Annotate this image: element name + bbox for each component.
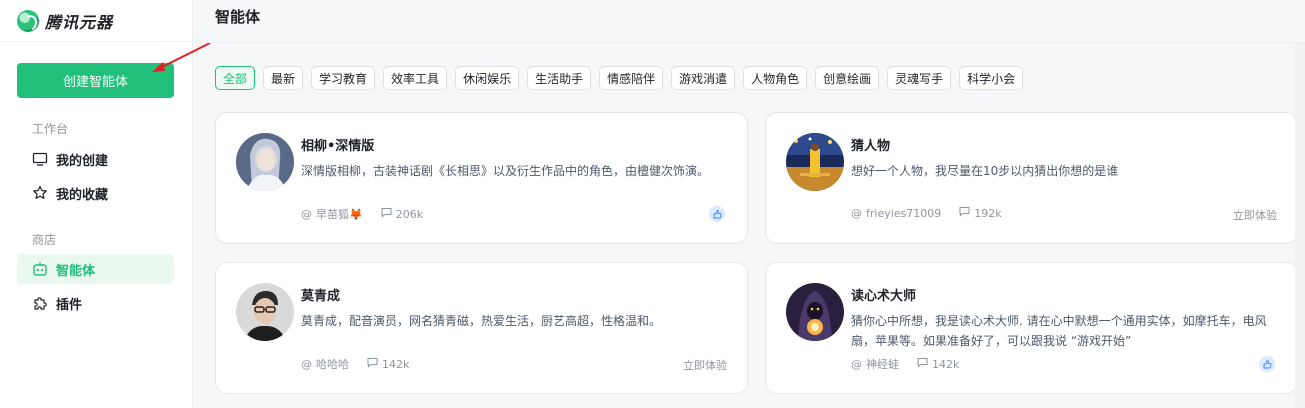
page-title: 智能体	[215, 8, 261, 26]
avatar	[786, 133, 844, 191]
app-name: 腾讯元器	[45, 12, 114, 32]
at-icon: @	[851, 357, 862, 371]
star-icon	[32, 185, 48, 201]
at-icon: @	[851, 206, 862, 220]
agent-author: 早苗狐🦊	[316, 208, 363, 221]
category-filters: 全部 最新 学习教育 效率工具 休闲娱乐 生活助手 情感陪伴 游戏消遣 人物角色…	[215, 66, 1024, 90]
agent-name: 莫青成	[301, 289, 341, 304]
filter-chip-productivity[interactable]: 效率工具	[383, 66, 448, 90]
divider	[194, 42, 1305, 43]
monitor-icon	[32, 151, 48, 167]
comment-icon	[959, 206, 970, 220]
agent-usage-count: 192k	[974, 206, 1002, 220]
workspace-section-label: 工作台	[32, 122, 69, 136]
agent-name: 猜人物	[851, 139, 891, 154]
sidebar-item-my-creations[interactable]: 我的创建	[17, 144, 174, 174]
logo-icon	[17, 9, 39, 32]
agent-card[interactable]: 相柳•深情版 深情版相柳，古装神话剧《长相思》以及衍生作品中的角色，由檀健次饰演…	[215, 112, 748, 244]
filter-chip-leisure[interactable]: 休闲娱乐	[455, 66, 520, 90]
filter-chip-games[interactable]: 游戏消遣	[671, 66, 736, 90]
agent-description: 想好一个人物，我尽量在10步以内猜出你想的是谁	[851, 164, 1119, 178]
agent-card[interactable]: 读心术大师 猜你心中所想，我是读心术大师. 请在心中默想一个通用实体，如摩托车，…	[765, 262, 1298, 394]
filter-chip-companion[interactable]: 情感陪伴	[599, 66, 664, 90]
sidebar-item-label: 智能体	[56, 263, 96, 279]
filter-chip-education[interactable]: 学习教育	[311, 66, 376, 90]
agent-description: 莫青成，配音演员，网名猜青磁，热爱生活，厨艺高超，性格温和。	[301, 314, 662, 328]
filter-chip-latest[interactable]: 最新	[263, 66, 304, 90]
agent-badge-icon	[709, 206, 725, 222]
filter-chip-drawing[interactable]: 创意绘画	[815, 66, 880, 90]
agent-author: 哈哈哈	[316, 358, 349, 371]
agent-meta: @ frieyies71009 192k	[851, 206, 1002, 220]
filter-chip-writing[interactable]: 灵魂写手	[887, 66, 952, 90]
filter-chip-all[interactable]: 全部	[215, 66, 256, 90]
agent-usage-count: 206k	[395, 207, 424, 221]
agent-name: 相柳•深情版	[301, 139, 375, 154]
avatar	[236, 283, 294, 341]
avatar	[786, 283, 844, 341]
at-icon: @	[301, 357, 312, 371]
filter-chip-science[interactable]: 科学小会	[959, 66, 1024, 90]
sidebar-item-label: 我的收藏	[56, 187, 109, 203]
comment-icon	[381, 207, 392, 221]
try-now-link[interactable]: 立即体验	[1233, 207, 1277, 223]
app-logo[interactable]: 腾讯元器	[0, 0, 192, 42]
agent-author: frieyies71009	[866, 206, 942, 220]
filter-chip-characters[interactable]: 人物角色	[743, 66, 808, 90]
sidebar-item-my-favorites[interactable]: 我的收藏	[17, 178, 174, 208]
agent-description: 深情版相柳，古装神话剧《长相思》以及衍生作品中的角色，由檀健次饰演。	[301, 164, 710, 178]
avatar	[236, 133, 294, 191]
try-now-link[interactable]: 立即体验	[683, 357, 727, 373]
agent-card[interactable]: 猜人物 想好一个人物，我尽量在10步以内猜出你想的是谁 @ frieyies71…	[765, 112, 1298, 244]
comment-icon	[917, 357, 928, 371]
comment-icon	[367, 357, 378, 371]
agent-name: 读心术大师	[851, 289, 917, 304]
agent-card[interactable]: 莫青成 莫青成，配音演员，网名猜青磁，热爱生活，厨艺高超，性格温和。 @ 哈哈哈…	[215, 262, 748, 394]
agent-author: 神经蛙	[866, 358, 899, 371]
main-content: 智能体 全部 最新 学习教育 效率工具 休闲娱乐 生活助手 情感陪伴 游戏消遣 …	[194, 0, 1305, 408]
sidebar-item-plugins[interactable]: 插件	[17, 288, 174, 318]
agent-meta: @ 哈哈哈 142k	[301, 356, 409, 372]
sidebar-item-label: 我的创建	[56, 153, 109, 169]
sidebar-item-agents[interactable]: 智能体	[17, 254, 174, 284]
puzzle-icon	[32, 295, 48, 311]
agent-usage-count: 142k	[932, 357, 960, 371]
store-section-label: 商店	[32, 233, 57, 247]
at-icon: @	[301, 207, 312, 221]
agent-meta: @ 神经蛙 142k	[851, 356, 959, 372]
robot-icon	[32, 261, 48, 277]
agent-usage-count: 142k	[382, 357, 410, 371]
sidebar-item-label: 插件	[56, 297, 83, 313]
scrollbar[interactable]	[1295, 43, 1305, 408]
filter-chip-life-assistant[interactable]: 生活助手	[527, 66, 592, 90]
agent-badge-icon	[1259, 356, 1275, 372]
agent-description: 猜你心中所想，我是读心术大师. 请在心中默想一个通用实体，如摩托车，电风扇，苹果…	[851, 314, 1267, 348]
agent-meta: @ 早苗狐🦊 206k	[301, 206, 423, 222]
